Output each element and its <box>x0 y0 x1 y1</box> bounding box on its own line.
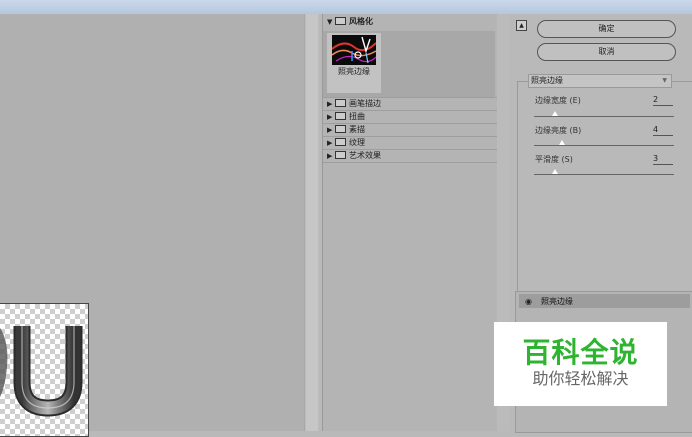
preview-area[interactable] <box>0 14 304 437</box>
effect-layer-row[interactable]: ◉ 照亮边缘 <box>519 294 690 308</box>
category-stylize[interactable]: ▼ 风格化 <box>327 16 373 28</box>
thumbnail-image <box>332 35 376 65</box>
thumbnail-label: 照亮边缘 <box>338 67 370 76</box>
edge-brightness-slider[interactable] <box>534 145 674 146</box>
smoothness-slider-handle[interactable] <box>552 169 558 174</box>
eye-icon[interactable]: ◉ <box>525 297 532 306</box>
category-artistic[interactable]: ▶ 艺术效果 <box>327 150 381 162</box>
smoothness-input[interactable]: 3 <box>653 154 673 165</box>
folder-icon <box>335 125 346 133</box>
expand-down-icon: ▼ <box>327 18 333 26</box>
preview-scroll-thumb[interactable] <box>306 14 318 431</box>
filter-select-value: 照亮边缘 <box>531 76 563 85</box>
thumbnail-glowing-edges[interactable]: 照亮边缘 <box>327 33 381 93</box>
stylize-thumbnails: 照亮边缘 <box>323 31 495 97</box>
effect-layer-label: 照亮边缘 <box>541 297 573 306</box>
smoothness-label: 平滑度 (S) <box>535 155 573 164</box>
filter-select[interactable]: 照亮边缘 ▼ <box>528 74 672 88</box>
edge-width-slider-handle[interactable] <box>552 111 558 116</box>
expand-right-icon: ▶ <box>327 113 333 121</box>
expand-right-icon: ▶ <box>327 139 333 147</box>
divider <box>323 162 497 163</box>
category-texture[interactable]: ▶ 纹理 <box>327 137 365 149</box>
expand-right-icon: ▶ <box>327 100 333 108</box>
folder-icon <box>335 17 346 25</box>
category-distort[interactable]: ▶ 扭曲 <box>327 111 365 123</box>
watermark-subtitle: 助你轻松解决 <box>532 369 629 388</box>
edge-width-slider[interactable] <box>534 116 674 117</box>
watermark-logo: 百科全说 助你轻松解决 <box>494 322 667 406</box>
filter-gallery: ▼ 风格化 照亮边缘 ▶ 画笔描边 ▶ 扭曲 ▶ 素描 ▶ 纹理 ▶ 艺术效果 <box>322 14 498 431</box>
cancel-button[interactable]: 取消 <box>537 43 676 61</box>
edge-width-input[interactable]: 2 <box>653 95 673 106</box>
edge-width-label: 边缘宽度 (E) <box>535 96 581 105</box>
folder-icon <box>335 138 346 146</box>
category-brush-strokes[interactable]: ▶ 画笔描边 <box>327 98 381 110</box>
edge-brightness-slider-handle[interactable] <box>559 140 565 145</box>
ok-button[interactable]: 确定 <box>537 20 676 38</box>
category-sketch[interactable]: ▶ 素描 <box>327 124 365 136</box>
edge-brightness-label: 边缘亮度 (B) <box>535 126 582 135</box>
glowing-edges-preview-icon <box>332 35 376 65</box>
preview-scrollbar[interactable] <box>304 14 319 431</box>
title-bar <box>0 0 692 14</box>
document-preview-image <box>0 303 89 437</box>
folder-icon <box>335 99 346 107</box>
expand-right-icon: ▶ <box>327 126 333 134</box>
expand-right-icon: ▶ <box>327 152 333 160</box>
smoothness-slider[interactable] <box>534 174 674 175</box>
watermark-title: 百科全说 <box>522 336 639 369</box>
folder-icon <box>335 151 346 159</box>
edge-brightness-input[interactable]: 4 <box>653 125 673 136</box>
folder-icon <box>335 112 346 120</box>
letter-u-graphic <box>0 326 83 417</box>
collapse-gallery-icon[interactable]: ▲ <box>516 20 527 31</box>
filter-settings-box <box>517 81 692 299</box>
chevron-down-icon: ▼ <box>662 77 667 84</box>
